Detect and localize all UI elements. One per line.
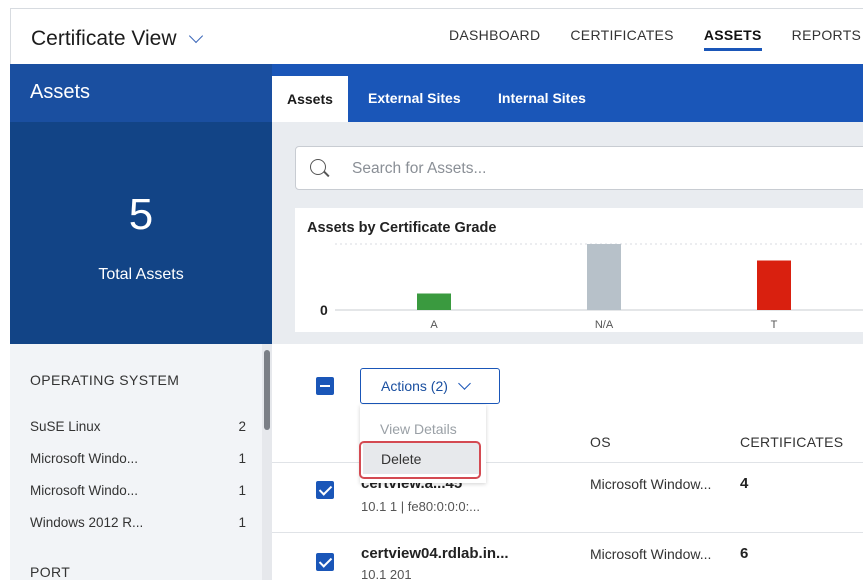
os-filter-label: SuSE Linux bbox=[30, 419, 101, 434]
asset-os: Microsoft Window... bbox=[590, 546, 712, 562]
column-header-os[interactable]: OS bbox=[590, 434, 611, 450]
os-filter-label: Windows 2012 R... bbox=[30, 515, 144, 530]
asset-cert-count: 6 bbox=[740, 545, 749, 562]
search-input[interactable]: Search for Assets... bbox=[352, 160, 486, 178]
nav-dashboard[interactable]: DASHBOARD bbox=[449, 27, 540, 51]
sidebar-header: Assets bbox=[10, 64, 272, 122]
asset-address: 10.1 201 bbox=[361, 567, 412, 580]
chart-bar bbox=[757, 260, 791, 310]
chart-x-tick: A bbox=[430, 319, 438, 331]
os-section-title: OPERATING SYSTEM bbox=[30, 372, 180, 388]
total-assets-card: 5 Total Assets bbox=[10, 122, 272, 344]
asset-address: 10.1 1 | fe80:0:0:0:... bbox=[361, 499, 481, 514]
os-filter-count: 2 bbox=[238, 419, 246, 434]
chart-bar bbox=[417, 293, 451, 310]
os-filter-item[interactable]: SuSE Linux 2 bbox=[30, 419, 246, 434]
asset-cert-count: 4 bbox=[740, 475, 749, 492]
total-assets-count: 5 bbox=[128, 190, 154, 239]
os-filter-count: 1 bbox=[238, 451, 246, 466]
actions-dropdown[interactable]: Actions (2) bbox=[360, 368, 500, 404]
os-filter-label: Microsoft Windo... bbox=[30, 483, 139, 498]
filter-scrollbar-thumb[interactable] bbox=[264, 350, 270, 430]
chart-canvas: 0 A N/A T bbox=[320, 243, 863, 331]
chart-bar bbox=[587, 244, 621, 310]
tab-bar: Assets External Sites Internal Sites bbox=[272, 64, 863, 122]
nav-reports[interactable]: REPORTS bbox=[792, 27, 862, 51]
os-filter-item[interactable]: Windows 2012 R... 1 bbox=[30, 515, 246, 530]
actions-label: Actions (2) bbox=[381, 378, 448, 394]
os-filter-item[interactable]: Microsoft Windo... 1 bbox=[30, 451, 246, 466]
sidebar-title: Assets bbox=[30, 81, 91, 103]
row-checkbox[interactable] bbox=[316, 481, 334, 499]
tab-assets[interactable]: Assets bbox=[272, 76, 348, 122]
top-bar: Certificate View DASHBOARD CERTIFICATES … bbox=[10, 8, 863, 64]
chevron-down-icon bbox=[458, 377, 471, 390]
column-header-certificates[interactable]: CERTIFICATES bbox=[740, 434, 843, 450]
nav-certificates[interactable]: CERTIFICATES bbox=[570, 27, 673, 51]
tab-internal-sites[interactable]: Internal Sites bbox=[498, 90, 586, 106]
main-nav: DASHBOARD CERTIFICATES ASSETS REPORTS bbox=[449, 27, 861, 51]
grade-chart: Assets by Certificate Grade 0 A N/A T bbox=[295, 208, 863, 332]
search-icon bbox=[310, 159, 326, 175]
menu-item-view-details[interactable]: View Details bbox=[380, 421, 457, 437]
nav-assets[interactable]: ASSETS bbox=[703, 27, 762, 51]
port-section-title: PORT bbox=[30, 564, 71, 580]
row-divider bbox=[272, 532, 863, 533]
select-all-checkbox[interactable] bbox=[316, 377, 334, 395]
chart-y-tick: 0 bbox=[320, 302, 328, 318]
row-checkbox[interactable] bbox=[316, 553, 334, 571]
os-filter-label: Microsoft Windo... bbox=[30, 451, 139, 466]
total-assets-label: Total Assets bbox=[98, 266, 184, 283]
highlight-outline bbox=[359, 441, 481, 479]
app-switcher[interactable]: Certificate View bbox=[31, 27, 203, 51]
chevron-down-icon bbox=[188, 28, 203, 44]
os-filter-item[interactable]: Microsoft Windo... 1 bbox=[30, 483, 246, 498]
app-title: Certificate View bbox=[31, 27, 177, 50]
search-box[interactable]: Search for Assets... bbox=[295, 146, 863, 190]
chart-x-tick: N/A bbox=[595, 319, 614, 331]
os-filter-count: 1 bbox=[238, 515, 246, 530]
os-filter-count: 1 bbox=[238, 483, 246, 498]
chart-x-tick: T bbox=[771, 319, 778, 331]
asset-name[interactable]: certview04.rdlab.in... bbox=[361, 545, 509, 562]
tab-external-sites[interactable]: External Sites bbox=[368, 90, 461, 106]
asset-os: Microsoft Window... bbox=[590, 476, 712, 492]
